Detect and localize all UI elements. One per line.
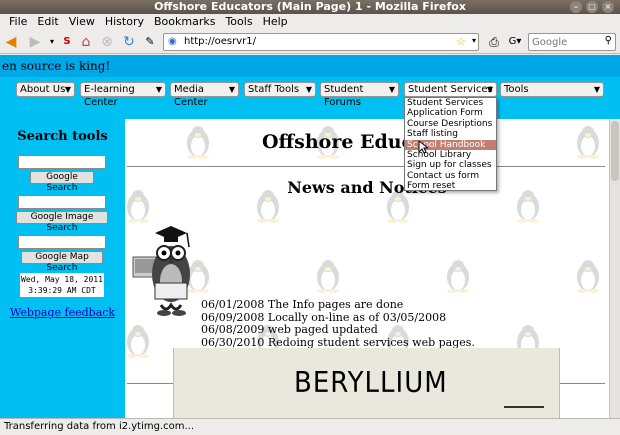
- beryllium-video[interactable]: BERYLLIUM: [173, 348, 560, 418]
- menu-help[interactable]: Help: [258, 14, 293, 30]
- google-search-input[interactable]: [18, 155, 106, 169]
- select-staff-tools[interactable]: Staff Tools ▼: [244, 82, 316, 97]
- sidebar-heading: Search tools: [17, 129, 108, 144]
- divider-top: [127, 166, 605, 167]
- menu-tools[interactable]: Tools: [220, 14, 257, 30]
- url-bar[interactable]: ◉ http://oesrvr1/ ☆ ▾: [163, 33, 479, 51]
- select-about-us[interactable]: About Us ▼: [16, 82, 75, 97]
- dropdown-item[interactable]: Course Desriptions: [405, 119, 496, 129]
- dropdown-item[interactable]: Contact us form: [405, 171, 496, 181]
- addon-icon[interactable]: ✎: [141, 33, 159, 51]
- chevron-down-icon: ▼: [155, 85, 162, 94]
- forward-icon[interactable]: ▶: [26, 33, 44, 51]
- print-icon[interactable]: ⎙: [485, 33, 503, 51]
- select-label: Media Center: [174, 84, 208, 108]
- search-icon[interactable]: ⚲: [605, 35, 612, 46]
- google-image-search-button[interactable]: Google Image Search: [16, 211, 108, 233]
- select-student-services[interactable]: Student Services ▼: [404, 82, 497, 97]
- url-text: http://oesrvr1/: [184, 36, 256, 47]
- google-map-search-button[interactable]: Google Map Search: [21, 251, 103, 273]
- select-e-learning-center[interactable]: E-learning Center ▼: [80, 82, 166, 108]
- google-image-search-input[interactable]: [18, 195, 106, 209]
- site-nav-row: About Us ▼ E-learning Center ▼ Media Cente…: [0, 77, 620, 119]
- url-dropdown-icon[interactable]: ▾: [472, 36, 476, 45]
- news-item: 06/01/2008 The Info pages are done: [201, 298, 404, 311]
- dropdown-item[interactable]: Student Services: [405, 98, 496, 108]
- site-identity-icon[interactable]: ◉: [168, 36, 177, 47]
- sidebar: Search tools Google Search Google Image …: [0, 119, 125, 418]
- mouse-cursor-icon: [418, 140, 428, 154]
- chevron-down-icon: ▼: [388, 85, 395, 94]
- select-label: Staff Tools: [248, 84, 300, 95]
- banner-scribble: [504, 406, 544, 408]
- marquee-banner: en source is king!: [0, 55, 620, 77]
- chevron-down-icon: ▼: [593, 85, 600, 94]
- news-item: 06/08/2009 web paged updated: [201, 323, 378, 336]
- page-title: Offshore Educ: [262, 131, 414, 153]
- owl-mascot-image: [132, 226, 190, 316]
- select-label: Student Forums: [324, 84, 364, 108]
- page-scrollbar[interactable]: [609, 119, 620, 418]
- chevron-down-icon: ▼: [64, 85, 71, 94]
- back-icon[interactable]: ◀: [2, 33, 20, 51]
- scrollbar-thumb[interactable]: [611, 121, 619, 181]
- maximize-icon[interactable]: □: [586, 1, 598, 13]
- menu-bookmarks[interactable]: Bookmarks: [149, 14, 220, 30]
- beryllium-text: BERYLLIUM: [294, 366, 448, 400]
- select-student-forums[interactable]: Student Forums ▼: [320, 82, 399, 108]
- status-text: Transferring data from i2.ytimg.com...: [4, 421, 195, 432]
- menubar: File Edit View History Bookmarks Tools H…: [0, 14, 620, 30]
- stop-icon[interactable]: ⊗: [98, 33, 116, 51]
- status-bar: Transferring data from i2.ytimg.com...: [0, 418, 620, 435]
- chevron-down-icon: ▼: [486, 85, 493, 94]
- menu-edit[interactable]: Edit: [32, 14, 63, 30]
- select-media-center[interactable]: Media Center ▼: [170, 82, 239, 108]
- select-label: E-learning Center: [84, 84, 135, 108]
- bookmark-star-icon[interactable]: ☆: [456, 35, 466, 48]
- web-page: en source is king! About Us ▼ E-learning …: [0, 55, 620, 418]
- menu-view[interactable]: View: [64, 14, 100, 30]
- clock-time: 3:39:29 AM CDT: [28, 286, 96, 295]
- search-engine-icon[interactable]: G▾: [506, 33, 524, 51]
- chevron-down-icon: ▼: [305, 85, 312, 94]
- s-addon-icon[interactable]: S: [58, 33, 76, 51]
- select-tools[interactable]: Tools ▼: [500, 82, 604, 97]
- close-icon[interactable]: ×: [602, 1, 614, 13]
- window-titlebar: Offshore Educators (Main Page) 1 - Mozil…: [0, 0, 620, 14]
- dropdown-item[interactable]: Sign up for classes: [405, 160, 496, 170]
- select-label: About Us: [20, 84, 66, 95]
- search-box[interactable]: ⚲: [528, 33, 616, 51]
- window-title: Offshore Educators (Main Page) 1 - Mozil…: [154, 0, 466, 13]
- select-label: Tools: [504, 84, 529, 95]
- clock-date: Wed, May 18, 2011: [21, 275, 103, 284]
- google-search-button[interactable]: Google Search: [30, 171, 94, 193]
- google-map-search-input[interactable]: [18, 235, 106, 249]
- menu-history[interactable]: History: [100, 14, 149, 30]
- dropdown-item[interactable]: Staff listing: [405, 129, 496, 139]
- dropdown-item[interactable]: Application Form: [405, 108, 496, 118]
- news-heading: News and Notices: [287, 178, 447, 197]
- webpage-feedback-link[interactable]: Webpage feedback: [0, 306, 125, 319]
- chevron-down-icon: ▼: [228, 85, 235, 94]
- dropdown-item[interactable]: Form reset: [405, 181, 496, 191]
- home-icon[interactable]: ⌂: [77, 33, 95, 51]
- reload-icon[interactable]: ↻: [120, 33, 138, 51]
- news-list: 06/01/2008 The Info pages are done 06/09…: [201, 298, 475, 349]
- menu-file[interactable]: File: [4, 14, 32, 30]
- search-input[interactable]: [532, 35, 602, 50]
- select-label: Student Services: [408, 84, 493, 95]
- minimize-icon[interactable]: –: [570, 1, 582, 13]
- clock-display: Wed, May 18, 2011 3:39:29 AM CDT: [20, 273, 104, 297]
